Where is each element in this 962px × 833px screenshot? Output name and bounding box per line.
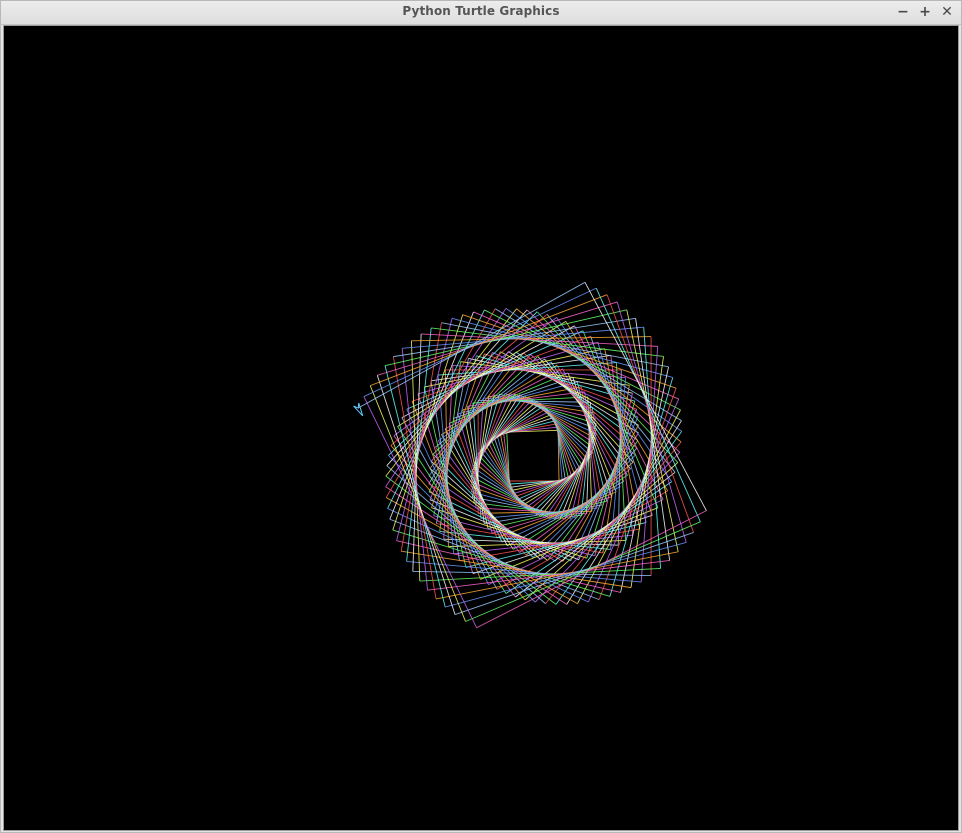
window-title: Python Turtle Graphics — [402, 4, 560, 18]
spiral-segment — [467, 391, 585, 407]
turtle-window: Python Turtle Graphics − + ✕ — [0, 0, 962, 833]
spiral-segment — [476, 510, 707, 629]
maximize-button[interactable]: + — [916, 3, 934, 21]
minimize-button[interactable]: − — [894, 3, 912, 21]
spiral-segment — [595, 287, 701, 523]
title-bar[interactable]: Python Turtle Graphics − + ✕ — [1, 1, 961, 25]
spiral-segment — [401, 348, 429, 591]
turtle-arrow-icon — [353, 402, 364, 417]
spiral-lines — [357, 281, 707, 629]
turtle-arrow-icon — [353, 402, 364, 417]
close-button[interactable]: ✕ — [938, 3, 956, 21]
spiral-segment — [606, 294, 695, 533]
turtle-canvas[interactable] — [3, 25, 959, 831]
spiral-drawing — [353, 281, 707, 629]
spiral-segment — [640, 346, 659, 583]
